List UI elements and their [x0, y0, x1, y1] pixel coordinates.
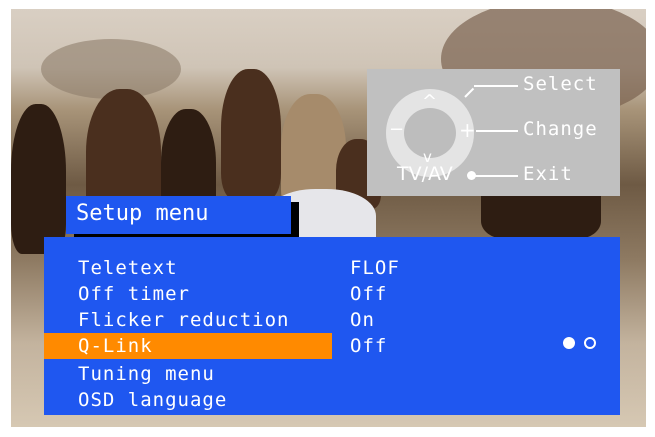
change-label: Change	[523, 118, 598, 140]
menu-item-label: Teletext	[78, 257, 178, 279]
horse	[11, 104, 66, 254]
select-label: Select	[523, 73, 598, 95]
minus-icon: −	[389, 119, 405, 140]
menu-item-value: On	[350, 309, 375, 331]
menu-item-label: Off timer	[78, 283, 190, 305]
menu-item-label: OSD language	[78, 389, 228, 411]
menu-item-value: Off	[350, 283, 388, 305]
menu-item-label: Q-Link	[78, 335, 153, 357]
menu-item-value: FLOF	[350, 257, 400, 279]
menu-title: Setup menu	[76, 201, 209, 226]
exit-pointer-line	[474, 175, 518, 177]
select-pointer-line	[474, 85, 518, 87]
exit-label: Exit	[523, 163, 573, 185]
menu-item-value: Off	[350, 335, 388, 357]
menu-item-label: Tuning menu	[78, 363, 215, 385]
up-arrow-icon: ^	[422, 91, 438, 112]
change-pointer-line	[476, 130, 518, 132]
plus-icon: +	[459, 118, 476, 142]
horse	[221, 69, 281, 199]
page-indicator-inactive-icon	[584, 337, 596, 349]
page-indicator-active-icon	[563, 337, 575, 349]
menu-item-label: Flicker reduction	[78, 309, 290, 331]
tvav-label: TV/AV	[397, 163, 453, 185]
